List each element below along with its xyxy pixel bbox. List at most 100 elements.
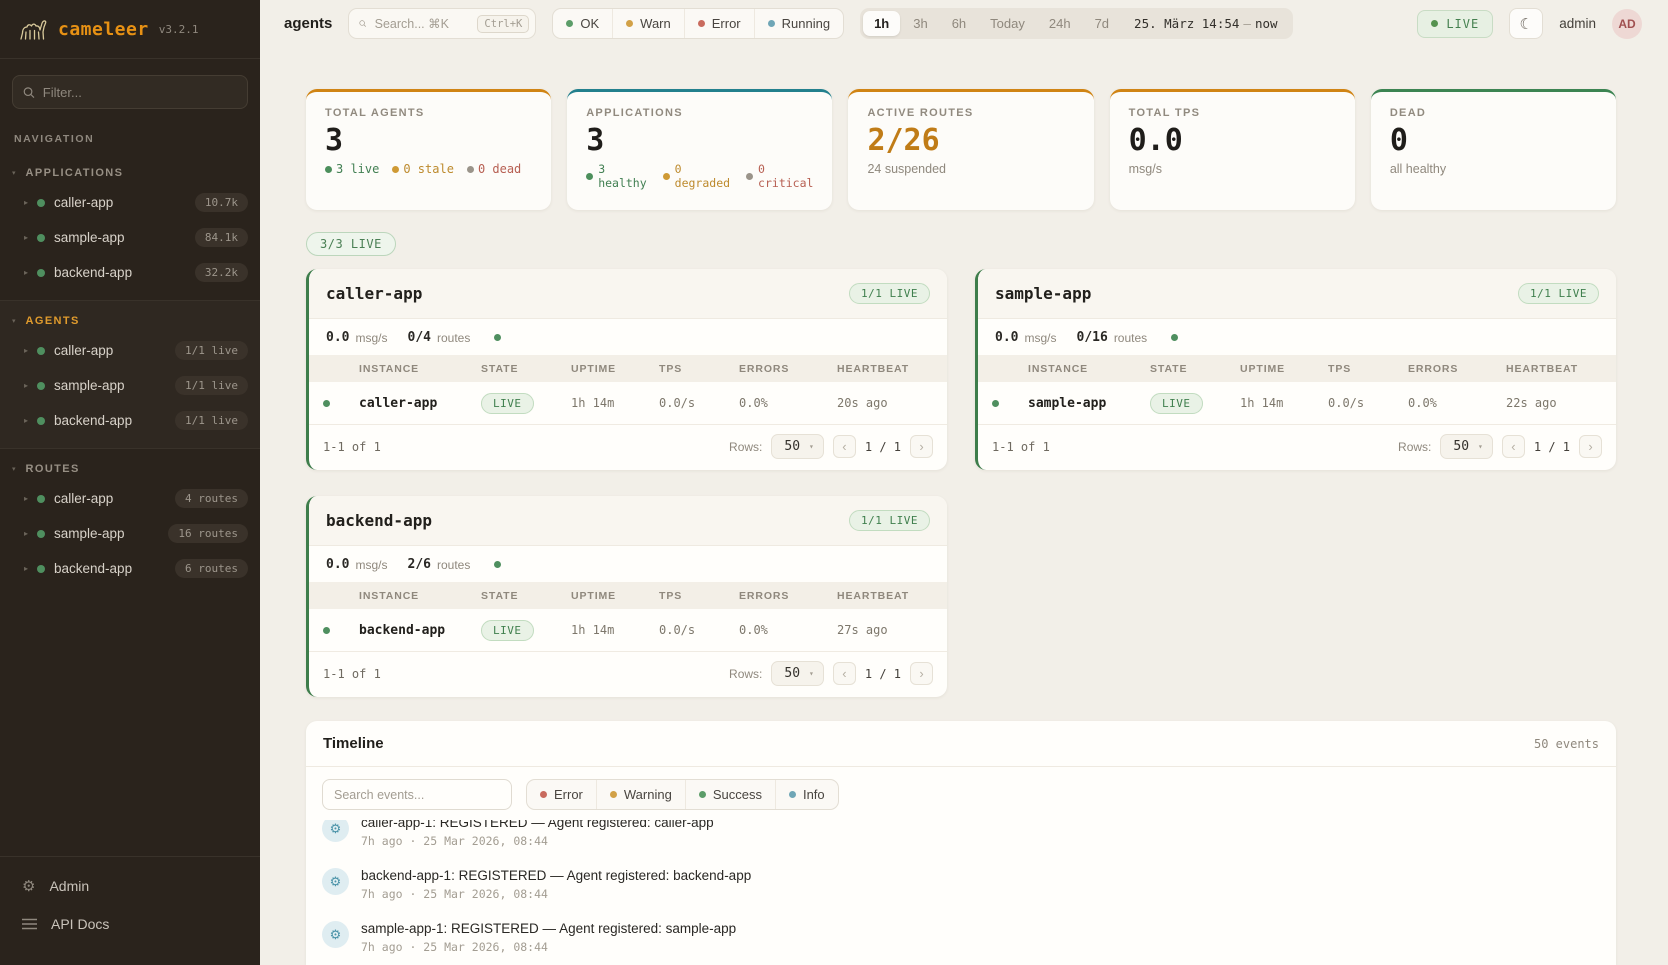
sidebar-item-routes-sample-app[interactable]: ▸ sample-app 16 routes (0, 516, 260, 551)
instance-row-sample-app[interactable]: sample-app LIVE 1h 14m 0.0/s 0.0% 22s ag… (978, 382, 1616, 425)
sidebar-item-api-docs[interactable]: API Docs (0, 905, 260, 943)
events-viewport[interactable]: ⚙ caller-app-1: REGISTERED — Agent regis… (306, 820, 1616, 965)
stat-label: DEAD (1390, 107, 1597, 119)
time-range-24h[interactable]: 24h (1038, 11, 1082, 36)
sidebar-item-agents-sample-app[interactable]: ▸ sample-app 1/1 live (0, 368, 260, 403)
count-badge: 32.2k (195, 263, 248, 282)
timeline-event[interactable]: ⚙ caller-app-1: REGISTERED — Agent regis… (322, 820, 1600, 858)
sidebar-item-routes-caller-app[interactable]: ▸ caller-app 4 routes (0, 481, 260, 516)
chevron-down-icon: ▾ (12, 317, 16, 325)
chevron-right-icon: ▸ (24, 233, 28, 242)
stat-card-dead: DEAD 0 all healthy (1371, 89, 1616, 210)
chevron-down-icon: ▾ (12, 465, 16, 473)
stat-label: ACTIVE ROUTES (867, 107, 1074, 119)
prev-page-button[interactable]: ‹ (1502, 435, 1525, 458)
avatar[interactable]: AD (1612, 9, 1642, 39)
global-search: Ctrl+K (348, 8, 536, 39)
timeline-event[interactable]: ⚙ sample-app-1: REGISTERED — Agent regis… (322, 911, 1600, 964)
next-page-button[interactable]: › (910, 435, 933, 458)
prev-page-button[interactable]: ‹ (833, 435, 856, 458)
tps-value: 0.0 (326, 330, 349, 345)
sidebar-item-agents-caller-app[interactable]: ▸ caller-app 1/1 live (0, 333, 260, 368)
filter-chip-info[interactable]: Info (775, 780, 838, 809)
sidebar-item-applications-caller-app[interactable]: ▸ caller-app 10.7k (0, 185, 260, 220)
count-badge: 1/1 live (175, 376, 248, 395)
stat-value: 2/26 (867, 124, 1074, 157)
table-header-row: INSTANCESTATEUPTIMETPSERRORSHEARTBEAT (978, 355, 1616, 382)
instance-row-backend-app[interactable]: backend-app LIVE 1h 14m 0.0/s 0.0% 27s a… (309, 609, 947, 652)
sidebar-filter (12, 75, 248, 109)
sidebar-item-routes-backend-app[interactable]: ▸ backend-app 6 routes (0, 551, 260, 586)
filter-input[interactable] (43, 85, 237, 100)
status-dot (494, 334, 501, 341)
status-dot (37, 495, 45, 503)
filter-chip-running[interactable]: Running (754, 9, 843, 38)
sidebar-item-applications-backend-app[interactable]: ▸ backend-app 32.2k (0, 255, 260, 290)
username: admin (1559, 16, 1596, 31)
page-indicator: 1 / 1 (865, 440, 901, 454)
timeline-event[interactable]: ⚙ backend-app-1: REGISTERED — Agent regi… (322, 858, 1600, 911)
sidebar-item-applications-sample-app[interactable]: ▸ sample-app 84.1k (0, 220, 260, 255)
count-badge: 1/1 live (175, 411, 248, 430)
status-dot (37, 530, 45, 538)
filter-chip-warn[interactable]: Warn (612, 9, 684, 38)
count-badge: 84.1k (195, 228, 248, 247)
stat-value: 0.0 (1129, 124, 1336, 157)
rows-per-page-select[interactable]: 50▾ (1440, 434, 1492, 459)
chevron-right-icon: ▸ (24, 416, 28, 425)
rows-per-page-select[interactable]: 50▾ (771, 434, 823, 459)
next-page-button[interactable]: › (1579, 435, 1602, 458)
filter-chip-warning[interactable]: Warning (596, 780, 685, 809)
timeline-event-count: 50 events (1534, 737, 1599, 751)
chevron-right-icon: ▸ (24, 346, 28, 355)
theme-toggle-button[interactable]: ☾ (1509, 8, 1543, 39)
prev-page-button[interactable]: ‹ (833, 662, 856, 685)
filter-chip-success[interactable]: Success (685, 780, 775, 809)
chevron-down-icon: ▾ (12, 169, 16, 177)
time-range-6h[interactable]: 6h (941, 11, 977, 36)
instance-row-caller-app[interactable]: caller-app LIVE 1h 14m 0.0/s 0.0% 20s ag… (309, 382, 947, 425)
status-dot (663, 173, 670, 180)
chevron-right-icon: ▸ (24, 198, 28, 207)
table-footer: 1-1 of 1 Rows: 50▾ ‹ 1 / 1 › (978, 425, 1616, 470)
stat-subtext: all healthy (1390, 162, 1597, 176)
live-dot (1431, 20, 1438, 27)
chevron-down-icon: ▾ (1478, 442, 1483, 451)
next-page-button[interactable]: › (910, 662, 933, 685)
filter-chip-error[interactable]: Error (684, 9, 754, 38)
time-range-7d[interactable]: 7d (1084, 11, 1120, 36)
page-indicator: 1 / 1 (1534, 440, 1570, 454)
filter-chip-ok[interactable]: OK (553, 9, 612, 38)
events-search-input[interactable] (322, 779, 512, 810)
status-dot (586, 173, 593, 180)
stat-card-applications: APPLICATIONS 3 3healthy 0degraded 0criti… (567, 89, 832, 210)
app-logo[interactable]: cameleer v3.2.1 (0, 0, 260, 59)
apps-grid: caller-app 1/1 LIVE 0.0msg/s 0/4routes I… (306, 269, 1616, 697)
chevron-down-icon: ▾ (809, 669, 814, 678)
sidebar-item-admin[interactable]: ⚙ Admin (0, 867, 260, 905)
status-dot (323, 627, 330, 634)
status-dot (37, 199, 45, 207)
app-stats-row: 0.0msg/s 2/6routes (309, 546, 947, 582)
status-dot (1171, 334, 1178, 341)
rows-per-page-select[interactable]: 50▾ (771, 661, 823, 686)
section-header-agents[interactable]: ▾ AGENTS (0, 305, 260, 333)
time-range-today[interactable]: Today (979, 11, 1036, 36)
app-card-header: sample-app 1/1 LIVE (978, 269, 1616, 319)
app-live-badge: 1/1 LIVE (1518, 283, 1599, 304)
time-range-display[interactable]: 25. März 14:54—now (1122, 16, 1289, 31)
time-range-3h[interactable]: 3h (902, 11, 938, 36)
section-header-routes[interactable]: ▾ ROUTES (0, 453, 260, 481)
api-docs-label: API Docs (51, 916, 109, 932)
routes-value: 2/6 (408, 557, 431, 572)
sidebar-item-agents-backend-app[interactable]: ▸ backend-app 1/1 live (0, 403, 260, 438)
filter-chip-error[interactable]: Error (527, 780, 596, 809)
events-list: ⚙ caller-app-1: REGISTERED — Agent regis… (322, 820, 1600, 965)
section-header-applications[interactable]: ▾ APPLICATIONS (0, 157, 260, 185)
stat-value: 3 (586, 124, 813, 157)
nav-section-applications: ▾ APPLICATIONS ▸ caller-app 10.7k ▸ samp… (0, 153, 260, 301)
time-range-1h[interactable]: 1h (863, 11, 900, 36)
content-area: TOTAL AGENTS 3 3 live 0 stale 0 dead APP… (260, 47, 1668, 965)
event-title: backend-app-1: REGISTERED — Agent regist… (361, 868, 751, 883)
search-input[interactable] (375, 17, 470, 31)
